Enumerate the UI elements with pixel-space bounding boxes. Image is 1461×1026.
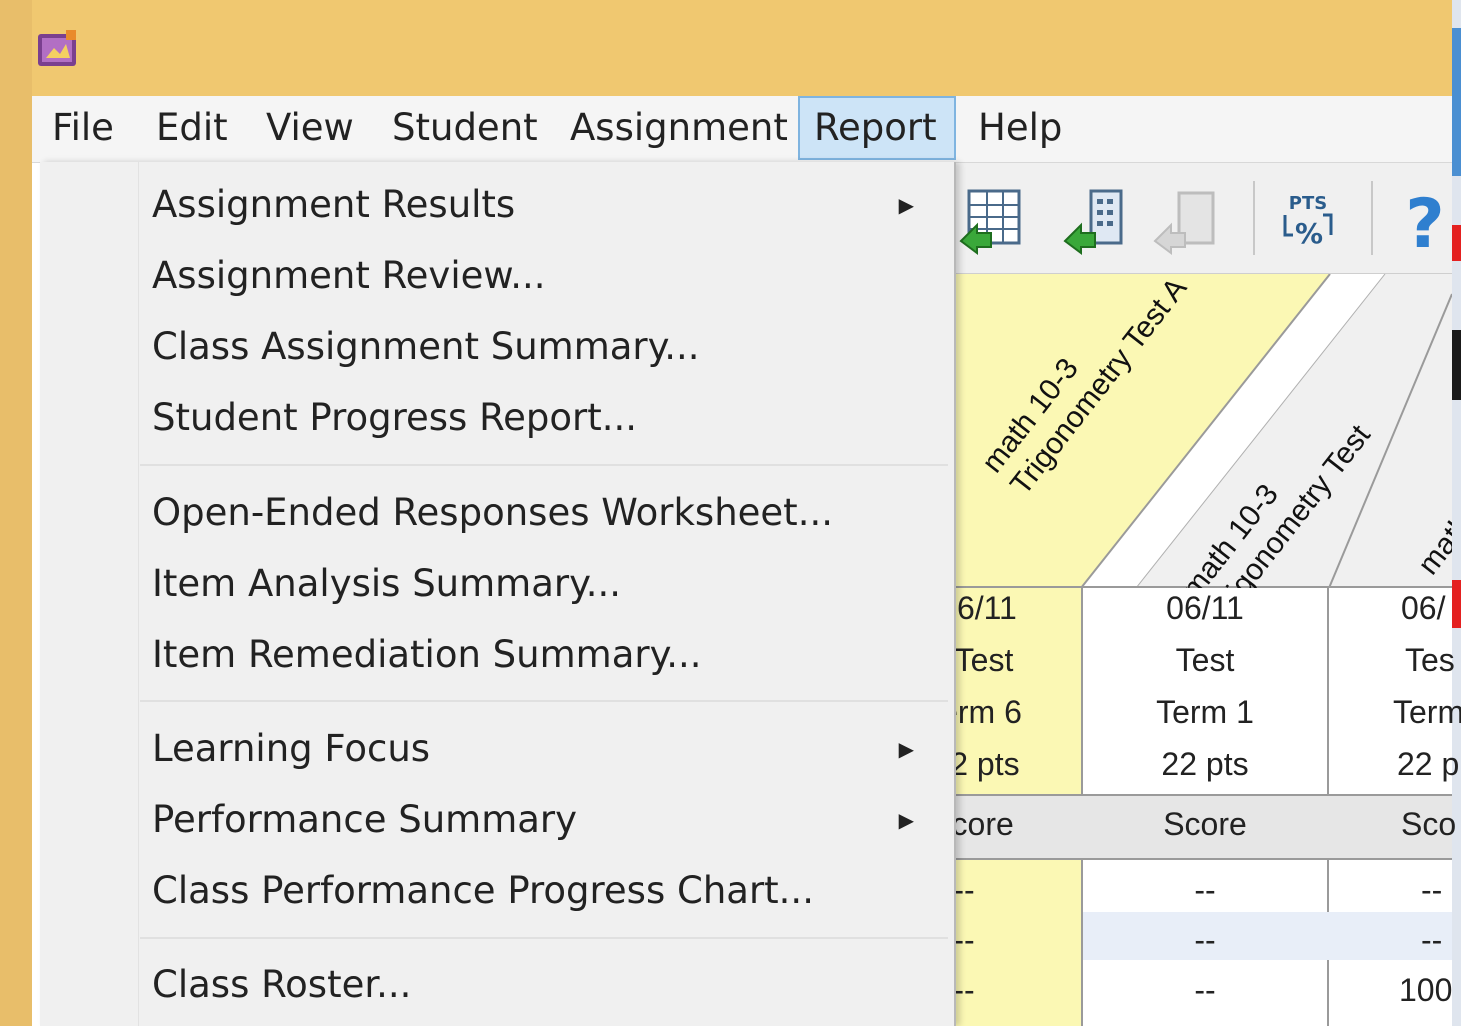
table-cell[interactable]: 100 xyxy=(1329,972,1461,1009)
menu-report[interactable]: Report xyxy=(798,96,956,160)
assignment-2-term: Term 1 xyxy=(1156,694,1254,730)
assignment-2-score-header[interactable]: Score xyxy=(1083,806,1327,843)
toolbar-separator xyxy=(1253,181,1255,255)
menu-separator xyxy=(140,937,948,939)
assignment-2-points: 22 pts xyxy=(1161,746,1249,782)
table-cell[interactable]: -- xyxy=(1329,872,1461,909)
menu-bar: File Edit View Student Assignment Report… xyxy=(32,96,1452,163)
menu-item-label: Class Roster... xyxy=(152,963,412,1006)
assignment-2-date: 06/11 xyxy=(1166,590,1244,626)
menu-item-label: Learning Focus xyxy=(152,727,431,770)
svg-text:%: % xyxy=(1295,217,1323,250)
menu-item-item-analysis-summary[interactable]: Item Analysis Summary... xyxy=(140,551,952,617)
menu-separator xyxy=(140,464,948,466)
assignment-3-points: 22 p xyxy=(1397,746,1460,782)
table-cell[interactable]: -- xyxy=(1329,922,1461,959)
svg-text:PTS: PTS xyxy=(1289,193,1327,214)
svg-text:?: ? xyxy=(1405,185,1444,255)
menu-item-assignment-review[interactable]: Assignment Review... xyxy=(140,243,952,309)
background-window-accent xyxy=(1452,28,1461,176)
submenu-arrow-icon: ▶ xyxy=(898,193,914,217)
window-left-border xyxy=(0,0,32,1026)
toolbar: PTS % ? xyxy=(955,163,1452,274)
menu-item-label: Assignment Results xyxy=(152,183,516,226)
assignment-2-type: Test xyxy=(1175,642,1235,678)
menu-item-class-roster[interactable]: Class Roster... xyxy=(140,952,952,1018)
assignment-header-row: math 10-3 Trigonometry Test A math 10-3 … xyxy=(955,274,1452,588)
assignment-3-term: Term xyxy=(1393,694,1461,730)
table-cell[interactable]: -- xyxy=(1083,972,1327,1009)
menu-separator xyxy=(140,700,948,702)
toolbar-separator xyxy=(1371,181,1373,255)
menu-student[interactable]: Student xyxy=(378,96,538,160)
menu-item-open-ended-responses-worksheet[interactable]: Open-Ended Responses Worksheet... xyxy=(140,480,952,546)
submenu-arrow-icon: ▶ xyxy=(898,808,914,832)
export-report-icon[interactable] xyxy=(1061,185,1131,255)
help-icon[interactable]: ? xyxy=(1395,185,1461,264)
menu-item-assignment-results[interactable]: Assignment Results ▶ xyxy=(140,172,952,238)
menu-item-item-remediation-summary[interactable]: Item Remediation Summary... xyxy=(140,622,952,688)
gradebook-grid: math 10-3 Trigonometry Test A math 10-3 … xyxy=(924,274,1461,1026)
menu-item-label: Class Assignment Summary... xyxy=(152,325,700,368)
export-grid-icon[interactable] xyxy=(957,185,1027,255)
app-icon[interactable] xyxy=(36,28,80,70)
menu-item-class-assignment-summary[interactable]: Class Assignment Summary... xyxy=(140,314,952,380)
menu-icon-gutter xyxy=(40,162,139,1026)
menu-item-student-progress-report[interactable]: Student Progress Report... xyxy=(140,385,952,451)
assignment-3-date: 06/ xyxy=(1401,590,1446,626)
menu-item-performance-summary[interactable]: Performance Summary ▶ xyxy=(140,787,952,853)
menu-edit[interactable]: Edit xyxy=(142,96,238,160)
menu-item-label: Item Analysis Summary... xyxy=(152,562,622,605)
assignment-3-type: Tes xyxy=(1405,642,1455,678)
menu-assignment[interactable]: Assignment xyxy=(556,96,788,160)
assignment-3-score-header[interactable]: Sco xyxy=(1329,806,1461,843)
menu-help[interactable]: Help xyxy=(964,96,1074,160)
menu-item-label: Class Performance Progress Chart... xyxy=(152,869,814,912)
table-cell[interactable]: -- xyxy=(1083,872,1327,909)
background-window-accent xyxy=(1452,330,1461,400)
menu-file[interactable]: File xyxy=(38,96,130,160)
title-bar xyxy=(0,0,1452,96)
menu-item-label: Performance Summary xyxy=(152,798,578,841)
menu-view[interactable]: View xyxy=(252,96,362,160)
points-percent-toggle-icon[interactable]: PTS % xyxy=(1273,185,1343,255)
table-cell[interactable]: -- xyxy=(1083,922,1327,959)
submenu-arrow-icon: ▶ xyxy=(898,737,914,761)
menu-item-class-performance-progress-chart[interactable]: Class Performance Progress Chart... xyxy=(140,858,952,924)
menu-item-learning-focus[interactable]: Learning Focus ▶ xyxy=(140,716,952,782)
menu-item-label: Assignment Review... xyxy=(152,254,546,297)
report-dropdown-menu: Assignment Results ▶ Assignment Review..… xyxy=(40,162,956,1026)
menu-item-label: Item Remediation Summary... xyxy=(152,633,702,676)
menu-item-label: Open-Ended Responses Worksheet... xyxy=(152,491,833,534)
disabled-export-icon[interactable] xyxy=(1151,185,1221,255)
menu-item-label: Student Progress Report... xyxy=(152,396,638,439)
